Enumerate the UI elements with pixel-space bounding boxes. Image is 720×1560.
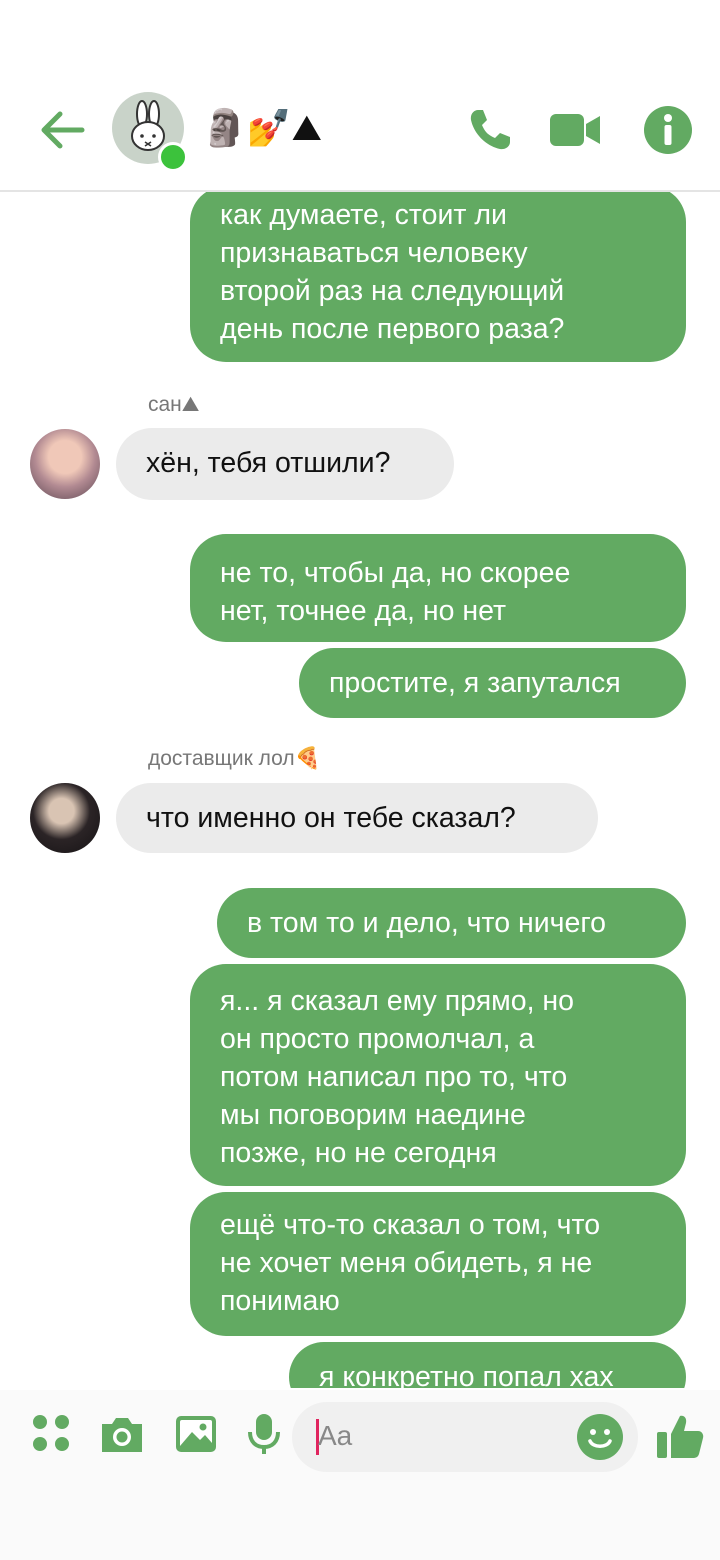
video-camera-icon[interactable] [548,104,600,156]
message-line: позже, но не сегодня [220,1137,497,1169]
sender-name: доставщик лол🍕 [148,747,321,770]
message-thread[interactable]: как думаете, стоит ли признаваться челове… [0,192,720,1388]
message-line: второй раз на следующий [220,275,565,307]
message-line: понимаю [220,1285,340,1317]
outgoing-message[interactable]: простите, я запутался [299,648,686,718]
message-line: мы поговорим наедине [220,1099,526,1131]
outgoing-message[interactable]: как думаете, стоит ли признаваться челове… [190,192,686,362]
outgoing-message[interactable]: я... я сказал ему прямо, но он просто про… [190,964,686,1186]
message-line: признаваться человеку [220,237,528,269]
chat-title[interactable]: 🗿💅⛰ [202,104,322,152]
message-line: что именно он тебе сказал? [146,802,516,834]
message-line: день после первого раза? [220,313,565,345]
emoji-icon[interactable] [576,1413,624,1461]
message-input[interactable]: Aa [292,1402,638,1472]
chat-header: 🗿💅⛰ [0,0,720,192]
outgoing-message[interactable]: я конкретно попал хах [289,1342,686,1388]
camera-icon[interactable] [98,1410,146,1458]
thumbs-up-icon[interactable] [654,1410,706,1462]
image-icon[interactable] [172,1410,220,1458]
arrow-left-icon[interactable] [38,108,86,152]
info-icon[interactable] [642,104,694,156]
sender-name: сан⛰ [148,393,200,416]
message-line: потом написал про то, что [220,1061,568,1093]
outgoing-message[interactable]: ещё что-то сказал о том, что не хочет мен… [190,1192,686,1336]
microphone-icon[interactable] [240,1410,288,1458]
message-line: он просто промолчал, а [220,1023,535,1055]
message-line: хён, тебя отшили? [146,447,391,479]
incoming-message[interactable]: что именно он тебе сказал? [116,783,598,853]
message-line: я... я сказал ему прямо, но [220,985,574,1017]
sender-avatar[interactable] [30,429,100,499]
message-line: простите, я запутался [329,667,621,699]
message-line: ещё что-то сказал о том, что [220,1209,601,1241]
composer-bar: Aa [0,1390,720,1560]
message-line: не хочет меня обидеть, я не [220,1247,593,1279]
apps-grid-icon[interactable] [28,1410,76,1458]
message-line: не то, чтобы да, но скорее [220,557,571,589]
message-input-placeholder: Aa [318,1420,353,1451]
message-line: в том то и дело, что ничего [247,907,606,939]
message-line: я конкретно попал хах [319,1361,614,1388]
incoming-message[interactable]: хён, тебя отшили? [116,428,454,500]
outgoing-message[interactable]: не то, чтобы да, но скорее нет, точнее да… [190,534,686,642]
sender-avatar[interactable] [30,783,100,853]
message-line: как думаете, стоит ли [220,199,507,231]
outgoing-message[interactable]: в том то и дело, что ничего [217,888,686,958]
phone-icon[interactable] [464,104,516,156]
message-line: нет, точнее да, но нет [220,595,507,627]
online-status-dot [158,142,188,172]
